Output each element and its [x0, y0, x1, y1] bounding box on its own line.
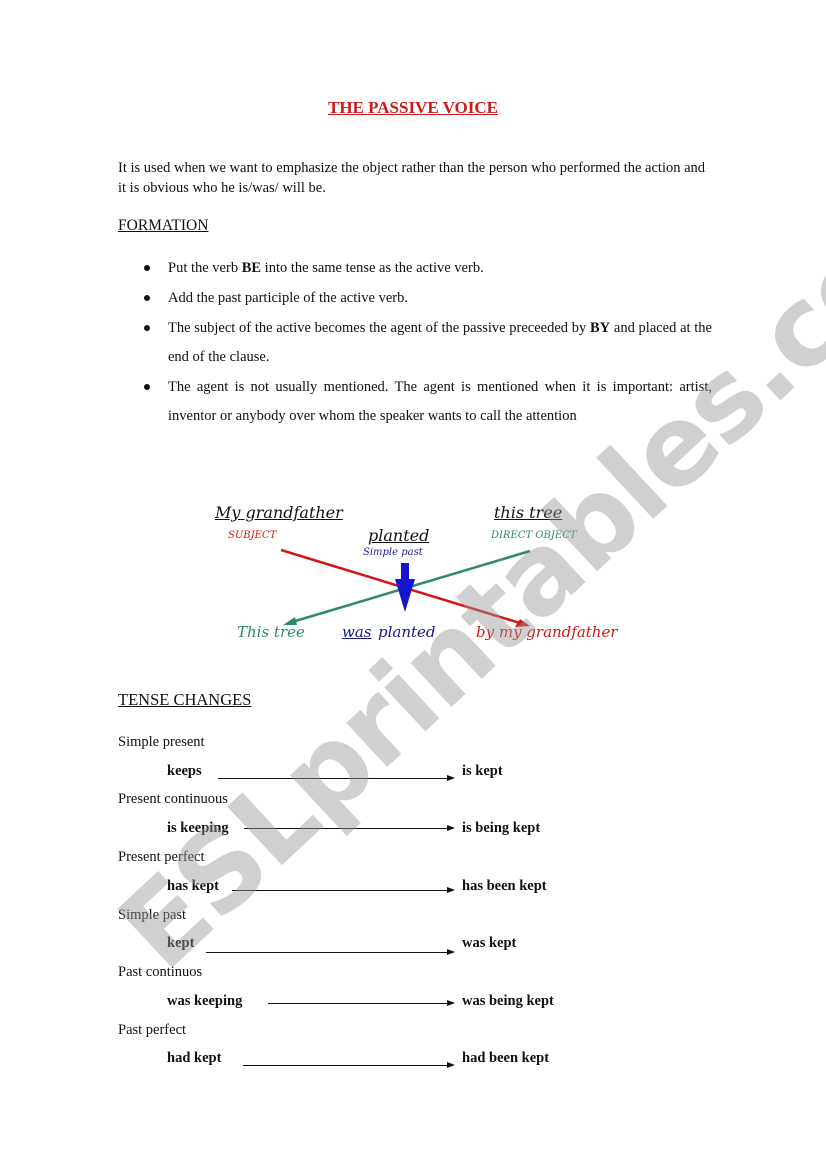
- passive-diagram: My grandfather SUBJECT planted Simple pa…: [200, 495, 640, 655]
- passive-form: is being kept: [462, 820, 541, 836]
- tense-name: Past perfect: [118, 1022, 187, 1038]
- passive-form: was being kept: [462, 993, 554, 1009]
- arrow-right-icon: [243, 1062, 455, 1068]
- bullet-icon: [144, 295, 150, 301]
- active-form: kept: [167, 935, 195, 951]
- arrow-right-icon: [244, 825, 455, 831]
- passive-subject: This tree: [237, 623, 305, 641]
- down-arrow-icon: [395, 579, 415, 612]
- page-title: THE PASSIVE VOICE: [327, 98, 499, 117]
- active-form: had kept: [167, 1050, 222, 1066]
- arrow-right-icon: [206, 949, 455, 955]
- passive-form: had been kept: [462, 1050, 550, 1066]
- active-form: was keeping: [167, 993, 243, 1009]
- bullet-icon: [144, 265, 150, 271]
- bullet-text: The agent is not usually mentioned. The …: [168, 379, 712, 424]
- bullet-icon: [144, 325, 150, 331]
- arrow-right-icon: [268, 1000, 455, 1006]
- bullet-text: The subject of the active becomes the ag…: [168, 320, 590, 336]
- tense-name: Present continuous: [118, 791, 228, 807]
- passive-form: was kept: [462, 935, 517, 951]
- arrow-right-icon: [218, 775, 455, 781]
- tense-name: Simple present: [118, 734, 205, 750]
- formation-heading: FORMATION: [118, 217, 209, 234]
- formation-bullet: The agent is not usually mentioned. The …: [140, 373, 712, 431]
- object-phrase: this tree: [494, 503, 563, 522]
- intro-paragraph: It is used when we want to emphasize the…: [118, 160, 706, 196]
- passive-verb: planted: [378, 623, 436, 641]
- formation-bullet: Put the verb BE into the same tense as t…: [140, 254, 712, 283]
- subject-label: SUBJECT: [228, 530, 277, 541]
- tense-name: Simple past: [118, 907, 187, 923]
- subject-phrase: My grandfather: [215, 503, 343, 522]
- bullet-text: into the same tense as the active verb.: [261, 260, 484, 276]
- bullet-bold: BY: [590, 320, 611, 336]
- tense-name: Past continuos: [118, 964, 203, 980]
- bullet-text: Put the verb: [168, 260, 242, 276]
- bullet-text: Add the past participle of the active ve…: [168, 290, 408, 306]
- bullet-icon: [144, 384, 150, 390]
- formation-list: Put the verb BE into the same tense as t…: [140, 254, 712, 432]
- passive-auxiliary: was: [342, 623, 372, 641]
- active-form: has kept: [167, 878, 219, 894]
- tense-name: Present perfect: [118, 849, 205, 865]
- arrow-right-icon: [232, 887, 455, 893]
- object-label: DIRECT OBJECT: [491, 530, 577, 541]
- bullet-bold: BE: [241, 260, 262, 276]
- tense-changes-heading: TENSE CHANGES: [118, 690, 252, 709]
- active-verb: planted: [368, 526, 430, 545]
- formation-bullet: The subject of the active becomes the ag…: [140, 314, 712, 372]
- formation-bullet: Add the past participle of the active ve…: [140, 284, 712, 313]
- passive-form: has been kept: [462, 878, 547, 894]
- active-form: is keeping: [167, 820, 229, 836]
- active-form: keeps: [167, 763, 202, 779]
- passive-agent: by my grandfather: [476, 623, 618, 641]
- verb-tense-label: Simple past: [363, 547, 423, 558]
- passive-form: is kept: [462, 763, 503, 779]
